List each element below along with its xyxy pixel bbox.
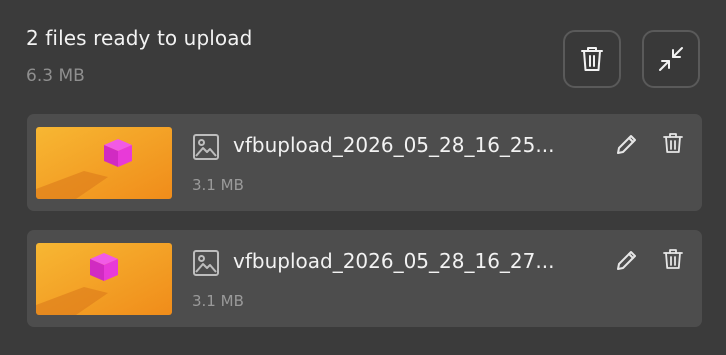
pencil-icon[interactable] [615, 132, 639, 156]
file-thumbnail[interactable] [36, 127, 172, 199]
thumbnail-image [36, 243, 172, 315]
file-item: vfbupload_2026_05_28_16_27... 3.1 MB [27, 230, 702, 327]
image-icon [193, 250, 219, 276]
image-icon [193, 134, 219, 160]
file-item: vfbupload_2026_05_28_16_25... 3.1 MB [27, 114, 702, 211]
file-thumbnail[interactable] [36, 243, 172, 315]
trash-icon[interactable] [663, 248, 683, 270]
file-size: 3.1 MB [192, 292, 244, 310]
pencil-icon[interactable] [615, 248, 639, 272]
trash-icon [581, 47, 603, 71]
file-size: 3.1 MB [192, 176, 244, 194]
collapse-button[interactable] [642, 30, 700, 88]
upload-title: 2 files ready to upload [26, 26, 253, 50]
trash-icon[interactable] [663, 132, 683, 154]
delete-all-button[interactable] [563, 30, 621, 88]
file-name: vfbupload_2026_05_28_16_27... [233, 249, 555, 273]
collapse-arrows-icon [659, 47, 683, 71]
thumbnail-image [36, 127, 172, 199]
total-size: 6.3 MB [26, 66, 85, 86]
file-name: vfbupload_2026_05_28_16_25... [233, 133, 555, 157]
